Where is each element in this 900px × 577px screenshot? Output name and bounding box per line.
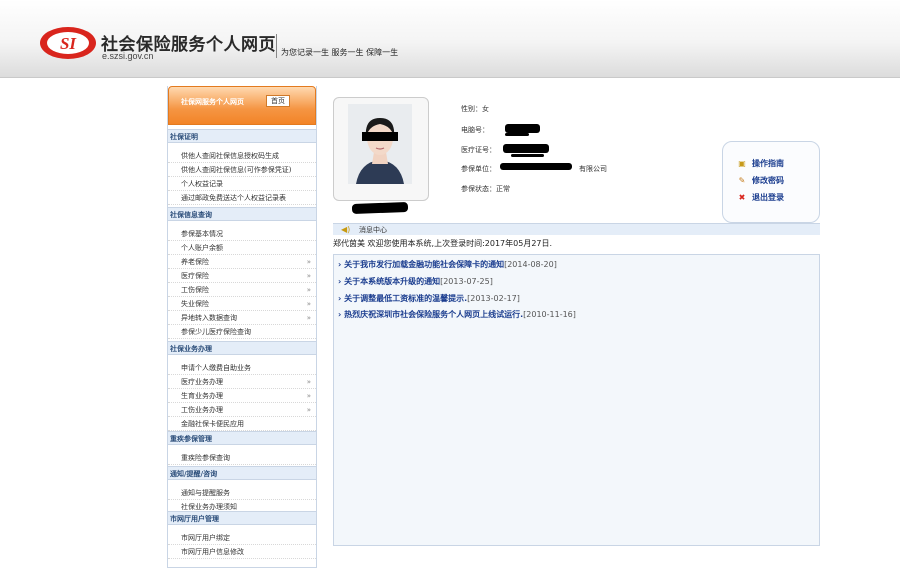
site-slogan: 为您记录一生 服务一生 保障一生: [281, 48, 399, 57]
sidebar-item[interactable]: 工伤业务办理 »: [168, 403, 316, 417]
sidebar-section-header: 通知/提醒/咨询: [168, 466, 316, 480]
sidebar-item-label: 重疾险参保查询: [181, 454, 230, 462]
sidebar-item[interactable]: 申请个人缴费自助业务: [168, 361, 316, 375]
header-divider: [276, 34, 277, 58]
sidebar-item-label: 供他人查阅社保信息(可作参保凭证): [181, 166, 292, 174]
medical-redacted-2: [511, 154, 544, 157]
sidebar-item[interactable]: 通知与提醒服务: [168, 486, 316, 500]
sidebar-item[interactable]: 个人权益记录: [168, 177, 316, 191]
chevron-right-icon: »: [306, 392, 311, 400]
user-name-redacted: [351, 202, 409, 214]
sidebar-item-label: 市网厅用户绑定: [181, 534, 230, 542]
sidebar-item[interactable]: 工伤保险 »: [168, 283, 316, 297]
sidebar-item[interactable]: 供他人查阅社保信息授权码生成: [168, 149, 316, 163]
sidebar-section-header: 社保证明: [168, 129, 316, 143]
quick-links: ▣ 操作指南 ✎ 修改密码 ✖ 退出登录: [722, 141, 820, 223]
sidebar-item-label: 医疗保险: [181, 272, 209, 280]
sidebar-item-label: 社保业务办理须知: [181, 503, 237, 511]
sidebar-title: 社保网服务个人网页: [181, 98, 244, 106]
medical-label: 医疗证号：: [461, 146, 496, 154]
sidebar-item-label: 通知与提醒服务: [181, 489, 230, 497]
sidebar-item-label: 工伤保险: [181, 286, 209, 294]
gender-info: 性别：女: [461, 105, 489, 113]
sidebar-item-label: 参保基本情况: [181, 230, 223, 238]
speaker-icon: ◀): [341, 225, 351, 234]
sidebar-item[interactable]: 市网厅用户绑定: [168, 531, 316, 545]
sidebar-item[interactable]: 供他人查阅社保信息(可作参保凭证): [168, 163, 316, 177]
sidebar-item-label: 工伤业务办理: [181, 406, 223, 414]
pencil-icon: ✎: [738, 176, 746, 185]
chevron-right-icon: »: [306, 378, 311, 386]
sidebar-item[interactable]: 生育业务办理 »: [168, 389, 316, 403]
close-icon: ✖: [738, 193, 746, 202]
sidebar-header: 社保网服务个人网页 首页: [168, 86, 316, 125]
notice-item[interactable]: › 关于本系统版本升级的通知[2013-07-25]: [338, 276, 493, 287]
sidebar-item-label: 参保少儿医疗保险查询: [181, 328, 251, 336]
sidebar-item[interactable]: 通过邮政免费送达个人权益记录表: [168, 191, 316, 205]
svg-text:SI: SI: [60, 34, 77, 53]
sidebar-item[interactable]: 失业保险 »: [168, 297, 316, 311]
sidebar-item-label: 个人账户余额: [181, 244, 223, 252]
message-center-bar: ◀) 消息中心: [333, 223, 820, 235]
sidebar-item-label: 通过邮政免费送达个人权益记录表: [181, 194, 286, 202]
sidebar-item-label: 金融社保卡便民应用: [181, 420, 244, 428]
unit-value-tail: 有限公司: [579, 165, 607, 173]
sidebar-section-header: 重疾参保管理: [168, 431, 316, 445]
sidebar-item[interactable]: 养老保险 »: [168, 255, 316, 269]
sidebar-item[interactable]: 参保少儿医疗保险查询: [168, 325, 316, 339]
page-header: SI 社会保险服务个人网页 e.szsi.gov.cn 为您记录一生 服务一生 …: [0, 0, 900, 78]
medical-redacted: [503, 144, 549, 153]
si-logo-icon: SI: [40, 27, 96, 59]
sidebar-item[interactable]: 医疗业务办理 »: [168, 375, 316, 389]
sidebar-item-label: 个人权益记录: [181, 180, 223, 188]
sidebar-item-label: 医疗业务办理: [181, 378, 223, 386]
sidebar-item[interactable]: 金融社保卡便民应用: [168, 417, 316, 431]
sidebar-item-label: 生育业务办理: [181, 392, 223, 400]
book-icon: ▣: [738, 159, 746, 168]
sidebar-item[interactable]: 医疗保险 »: [168, 269, 316, 283]
sidebar-section-header: 市网厅用户管理: [168, 511, 316, 525]
sidebar-item[interactable]: 个人账户余额: [168, 241, 316, 255]
sidebar-item-label: 失业保险: [181, 300, 209, 308]
phone-redacted: [505, 124, 540, 133]
phone-redacted-2: [505, 133, 529, 136]
change-password-link[interactable]: ✎ 修改密码: [737, 175, 784, 186]
message-center-title: 消息中心: [359, 226, 387, 234]
chevron-right-icon: »: [306, 272, 311, 280]
sidebar-item-label: 市网厅用户信息修改: [181, 548, 244, 556]
chevron-right-icon: »: [306, 300, 311, 308]
status-info: 参保状态：正常: [461, 185, 510, 193]
sidebar-item[interactable]: 市网厅用户信息修改: [168, 545, 316, 559]
profile-photo: [348, 104, 412, 184]
site-url: e.szsi.gov.cn: [102, 51, 154, 61]
sidebar-item-label: 养老保险: [181, 258, 209, 266]
sidebar-section-header: 社保信息查询: [168, 207, 316, 221]
phone-label: 电脑号：: [461, 126, 489, 134]
sidebar-item-label: 异地转入数据查询: [181, 314, 237, 322]
unit-label: 参保单位：: [461, 165, 496, 173]
home-link[interactable]: 首页: [266, 95, 290, 107]
sidebar-item-label: 申请个人缴费自助业务: [181, 364, 251, 372]
sidebar-item[interactable]: 重疾险参保查询: [168, 451, 316, 465]
chevron-right-icon: »: [306, 314, 311, 322]
notice-item[interactable]: › 热烈庆祝深圳市社会保险服务个人网页上线试运行.[2010-11-16]: [338, 309, 576, 320]
guide-link[interactable]: ▣ 操作指南: [737, 158, 784, 169]
notice-item[interactable]: › 关于我市发行加载金融功能社会保障卡的通知[2014-08-20]: [338, 259, 557, 270]
sidebar-item[interactable]: 参保基本情况: [168, 227, 316, 241]
logout-link[interactable]: ✖ 退出登录: [737, 192, 784, 203]
sidebar-item-label: 供他人查阅社保信息授权码生成: [181, 152, 279, 160]
sidebar-item[interactable]: 异地转入数据查询 »: [168, 311, 316, 325]
welcome-text: 郑代茵美 欢迎您使用本系统,上次登录时间:2017年05月27日.: [333, 239, 553, 248]
unit-redacted: [500, 163, 572, 170]
notice-item[interactable]: › 关于调整最低工资标准的温馨提示.[2013-02-17]: [338, 293, 520, 304]
sidebar-section-header: 社保业务办理: [168, 341, 316, 355]
profile-photo-frame: [333, 97, 429, 201]
chevron-right-icon: »: [306, 286, 311, 294]
chevron-right-icon: »: [306, 406, 311, 414]
chevron-right-icon: »: [306, 258, 311, 266]
sidebar: 社保网服务个人网页 首页 社保证明供他人查阅社保信息授权码生成供他人查阅社保信息…: [167, 86, 317, 568]
notice-list: › 关于我市发行加载金融功能社会保障卡的通知[2014-08-20] › 关于本…: [333, 254, 820, 546]
